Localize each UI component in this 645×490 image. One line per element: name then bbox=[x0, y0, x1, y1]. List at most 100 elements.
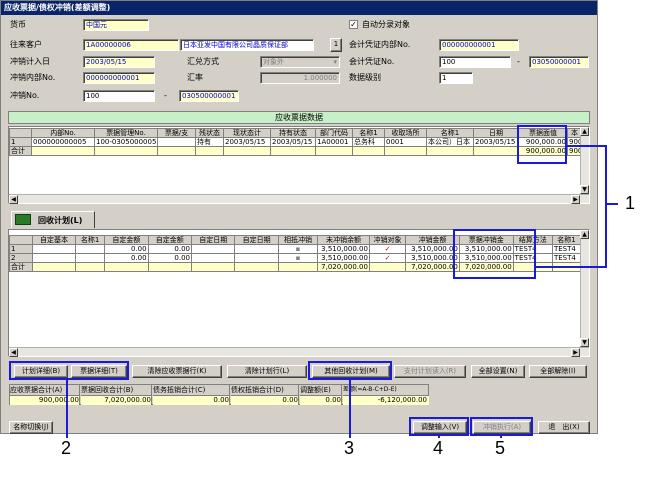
offset-no-to-field[interactable]: 030500000001 bbox=[179, 90, 239, 102]
mutual-offset-icon[interactable]: ▪ bbox=[277, 244, 319, 254]
voucher-no-from-field[interactable]: 100 bbox=[439, 56, 511, 68]
auto-entry-checkbox[interactable]: ✓ bbox=[349, 20, 358, 29]
voucher-no-to-field[interactable]: 03050000001 bbox=[529, 56, 589, 68]
auto-entry-label: 自动分录对象 bbox=[362, 20, 410, 29]
remit-select[interactable]: 对象外 ▾ bbox=[260, 56, 340, 68]
offset-internal-label: 冲销内部No. bbox=[10, 73, 56, 82]
voucher-no-sep: - bbox=[517, 57, 520, 66]
offset-no-from-field[interactable]: 100 bbox=[83, 90, 155, 102]
currency-field[interactable]: 中国元 bbox=[83, 19, 149, 31]
clear-plan-row-button[interactable]: 清除计划行(L) bbox=[227, 365, 307, 378]
offset-date-label: 冲销计入日 bbox=[10, 57, 50, 66]
scroll-up-icon[interactable]: ▲ bbox=[580, 127, 589, 136]
customer-lookup-button[interactable]: 1 bbox=[330, 38, 342, 52]
name-switch-button[interactable]: 名称切换(J) bbox=[9, 421, 53, 434]
plan-col-name1[interactable]: 名称1 bbox=[75, 235, 106, 245]
callout-5-box bbox=[470, 417, 533, 436]
offset-date-field[interactable]: 2003/05/15 bbox=[83, 56, 155, 68]
voucher-internal-field: 000000000001 bbox=[439, 39, 519, 51]
all-set-button[interactable]: 全部设置(N) bbox=[471, 365, 525, 378]
callout-4-number: 4 bbox=[433, 438, 444, 458]
tab-recovery-plan[interactable]: 回收计划(L) bbox=[11, 211, 95, 228]
pay-plan-read-button[interactable]: 支付计划读入(R) bbox=[394, 365, 466, 378]
notes-col-internal-no[interactable]: 内部No. bbox=[31, 128, 95, 138]
voucher-internal-label: 会计凭证内部No. bbox=[349, 40, 411, 49]
plan-col-custom-date2[interactable]: 自定日期 bbox=[234, 235, 279, 245]
notes-col-index bbox=[9, 128, 32, 138]
scroll-down-icon[interactable]: ▼ bbox=[580, 338, 589, 347]
notes-col-name1[interactable]: 名称1 bbox=[352, 128, 385, 138]
plan-col-custom-amount2[interactable]: 自定金额 bbox=[147, 235, 193, 245]
notes-vscroll[interactable]: ▲ ▼ bbox=[580, 127, 589, 194]
plan-col-custom-date1[interactable]: 自定日期 bbox=[191, 235, 236, 245]
rate-label: 汇率 bbox=[187, 73, 203, 82]
callout-1-number: 1 bbox=[625, 193, 636, 213]
notes-col-note-type[interactable]: 票据/支 bbox=[157, 128, 196, 138]
callout-3-box bbox=[308, 361, 392, 380]
notes-total-row: 合计 900,000.00 900 bbox=[9, 146, 582, 156]
notes-col-holding-status[interactable]: 持有状态 bbox=[270, 128, 316, 138]
window-title: 应收票据/债权冲销(差额调整) bbox=[1, 1, 597, 15]
all-clear-button[interactable]: 全部解除(I) bbox=[529, 365, 587, 378]
mutual-offset-icon[interactable]: ▪ bbox=[277, 253, 319, 263]
callout-2-number: 2 bbox=[61, 438, 72, 458]
callout-1-line bbox=[567, 145, 607, 147]
callout-1-line bbox=[605, 145, 607, 268]
callout-5-number: 5 bbox=[495, 438, 506, 458]
customer-label: 往来客户 bbox=[10, 40, 42, 49]
notes-col-date[interactable]: 日期 bbox=[473, 128, 519, 138]
plan-vscroll[interactable]: ▲ ▼ bbox=[580, 230, 589, 347]
offset-no-sep: - bbox=[164, 91, 167, 100]
notes-grid-panel: 内部No. 票据管理No. 票据/支 残状态 现状态计 持有状态 部门代码 名称… bbox=[8, 126, 590, 204]
offset-target-checkbox[interactable]: ✓ bbox=[368, 244, 407, 254]
callout-1-line bbox=[606, 203, 618, 205]
notes-col-mgmt-no[interactable]: 票据管理No. bbox=[94, 128, 158, 138]
remit-label: 汇兑方式 bbox=[187, 57, 219, 66]
plan-col-offset-amount[interactable]: 冲销金额 bbox=[405, 235, 460, 245]
notes-col-current-status[interactable]: 现状态计 bbox=[223, 128, 271, 138]
scroll-right-icon[interactable]: ▶ bbox=[571, 195, 580, 204]
plan-col-mutual-offset[interactable]: 相抵冲销 bbox=[277, 235, 319, 245]
callout-1-line bbox=[536, 266, 607, 268]
book-icon bbox=[15, 214, 31, 225]
offset-no-label: 冲销No. bbox=[10, 91, 40, 100]
difference-value: -6,120,000.00 bbox=[343, 395, 429, 405]
notes-col-receive-place[interactable]: 收取场所 bbox=[384, 128, 427, 138]
scroll-right-icon[interactable]: ▶ bbox=[571, 348, 580, 357]
notes-col-remaining-status[interactable]: 残状态 bbox=[195, 128, 224, 138]
callout-4-box bbox=[409, 417, 469, 436]
exit-button[interactable]: 退 出(X) bbox=[538, 421, 590, 434]
scroll-left-icon[interactable]: ◀ bbox=[9, 348, 18, 357]
scroll-up-icon[interactable]: ▲ bbox=[580, 230, 589, 239]
notes-hscroll[interactable]: ◀ ▶ bbox=[9, 194, 589, 204]
notes-col-name1b[interactable]: 名称1 bbox=[426, 128, 474, 138]
voucher-no-label: 会计凭证No. bbox=[349, 57, 395, 66]
plan-col-name1b[interactable]: 名称1 bbox=[551, 235, 582, 245]
currency-label: 货币 bbox=[10, 20, 26, 29]
callout-2-line bbox=[66, 380, 68, 438]
notes-col-dept-code[interactable]: 部门代码 bbox=[315, 128, 353, 138]
plan-col-custom-basic[interactable]: 自定基本 bbox=[31, 235, 77, 245]
notes-table: 内部No. 票据管理No. 票据/支 残状态 现状态计 持有状态 部门代码 名称… bbox=[9, 128, 582, 156]
callout-1-box-top bbox=[517, 125, 567, 164]
callout-3-number: 3 bbox=[344, 438, 355, 458]
offset-target-checkbox[interactable]: ✓ bbox=[368, 253, 407, 263]
offset-internal-field: 000000000001 bbox=[83, 72, 155, 84]
scroll-left-icon[interactable]: ◀ bbox=[9, 195, 18, 204]
data-level-field[interactable]: 1 bbox=[439, 72, 473, 84]
callout-1-box-bottom bbox=[453, 229, 536, 279]
table-row[interactable]: 1 000000000005 100-0305000005 持有 2003/05… bbox=[9, 137, 582, 147]
chevron-down-icon: ▾ bbox=[333, 58, 337, 66]
plan-col-unoffset-balance[interactable]: 未冲销余额 bbox=[317, 235, 370, 245]
callout-2-box bbox=[9, 361, 129, 380]
plan-col-custom-amount1[interactable]: 自定金额 bbox=[104, 235, 149, 245]
scroll-down-icon[interactable]: ▼ bbox=[580, 185, 589, 194]
callout-3-line bbox=[349, 380, 351, 438]
plan-col-offset-target[interactable]: 冲销对象 bbox=[368, 235, 407, 245]
plan-hscroll[interactable]: ◀ ▶ bbox=[9, 347, 589, 357]
rate-field: 1.000000 bbox=[260, 72, 340, 84]
summary-panel: 应收票据合计(A) 票据回收合计(B) 债务抵销合计(C) 债权抵销合计(D) … bbox=[9, 384, 429, 405]
customer-code-field[interactable]: 1A00000006 bbox=[83, 39, 179, 51]
customer-name-field: 日本亚发中国有限公司晶质保证部 bbox=[180, 39, 314, 51]
clear-receivable-row-button[interactable]: 清除应收票据行(K) bbox=[132, 365, 222, 378]
